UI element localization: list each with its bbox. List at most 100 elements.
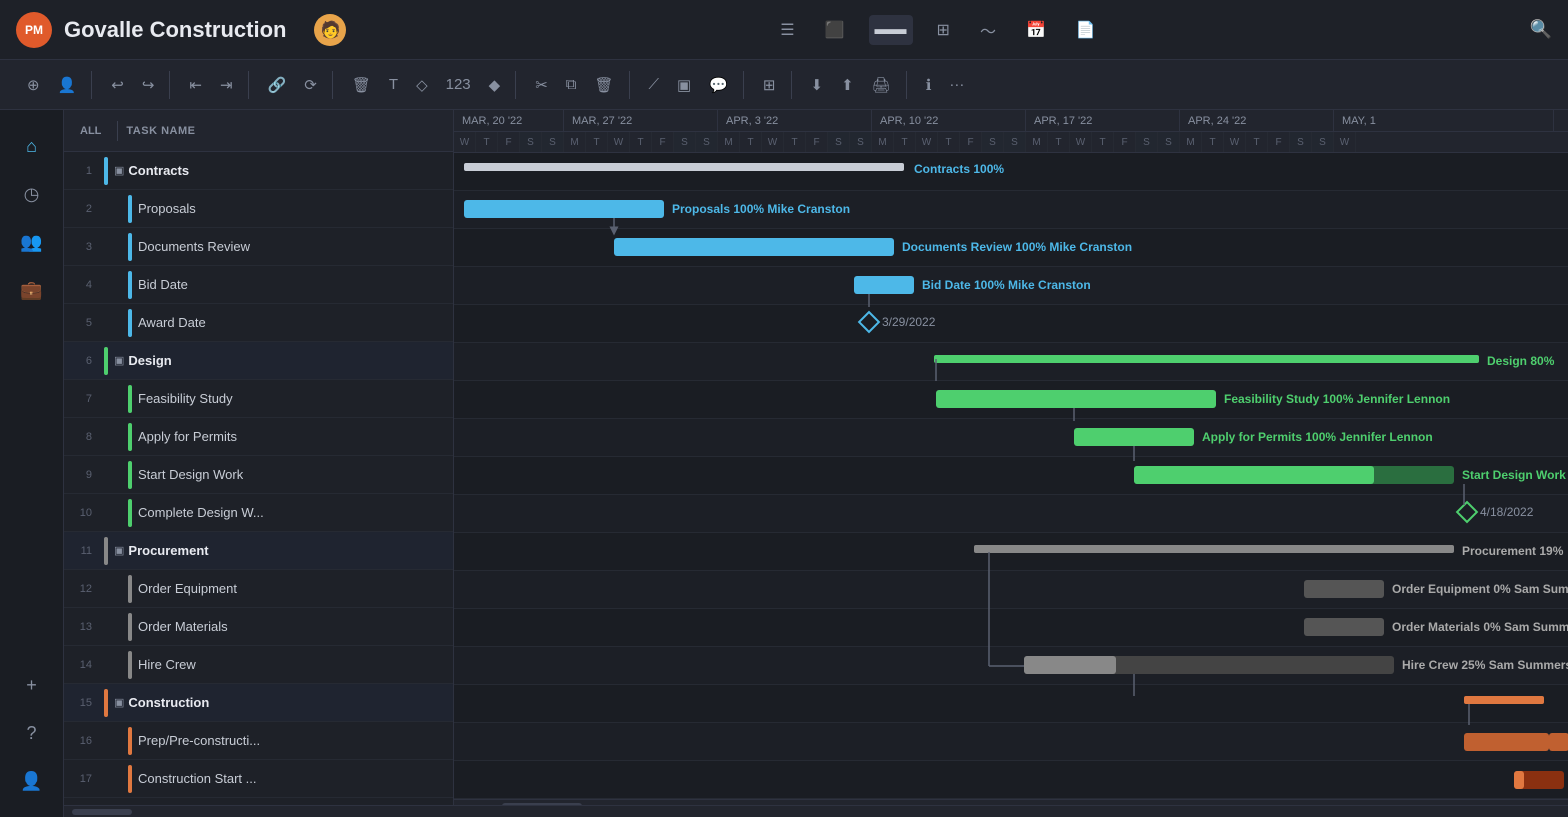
table-row[interactable]: 13 Order Materials bbox=[64, 608, 453, 646]
sidebar-home[interactable]: ⌂ bbox=[12, 126, 52, 166]
sidebar-history[interactable]: ◷ bbox=[12, 174, 52, 214]
undo-button[interactable]: ↩ bbox=[104, 71, 131, 99]
color-indicator bbox=[128, 727, 132, 755]
delete-button[interactable]: 🗑 bbox=[345, 71, 378, 99]
redo-button[interactable]: ↪ bbox=[135, 71, 162, 99]
table-row[interactable]: 2 Proposals bbox=[64, 190, 453, 228]
day-cell: W bbox=[1224, 132, 1246, 152]
expand-icon[interactable]: ▣ bbox=[114, 164, 124, 177]
doc-icon[interactable]: 📄 bbox=[1070, 14, 1102, 46]
comment-button[interactable]: 💬 bbox=[702, 71, 735, 99]
table-row[interactable]: 9 Start Design Work bbox=[64, 456, 453, 494]
grid-button[interactable]: ▣ bbox=[670, 71, 698, 99]
edit-group: ✂ ⧉ 🗑 bbox=[520, 71, 629, 99]
activity-icon[interactable]: 〜 bbox=[974, 12, 1002, 48]
add-user-button[interactable]: 👤 bbox=[51, 71, 84, 99]
sidebar-work[interactable]: 💼 bbox=[12, 270, 52, 310]
table-row[interactable]: 3 Documents Review bbox=[64, 228, 453, 266]
bottom-scroll[interactable] bbox=[64, 805, 1568, 817]
chart-icon[interactable]: ⬛ bbox=[819, 14, 851, 46]
sidebar-people[interactable]: 👥 bbox=[12, 222, 52, 262]
table-row[interactable]: 4 Bid Date bbox=[64, 266, 453, 304]
link-group: 🔗 ⟳ bbox=[253, 71, 333, 99]
gantt-body: .gr { display: flex; align-items: center… bbox=[454, 153, 1568, 799]
delete2-button[interactable]: 🗑 bbox=[587, 71, 620, 99]
top-icons: ☰ ⬛ ▬▬ ⊞ 〜 📅 📄 bbox=[774, 12, 1102, 48]
gantt-row-12 bbox=[454, 571, 1568, 609]
table-row[interactable]: 10 Complete Design W... bbox=[64, 494, 453, 532]
sidebar-help[interactable]: ? bbox=[12, 713, 52, 753]
pen-button[interactable]: ⟋ bbox=[642, 71, 667, 98]
list-view-icon[interactable]: ☰ bbox=[774, 14, 800, 46]
gantt-icon[interactable]: ▬▬ bbox=[869, 15, 913, 45]
day-cell: F bbox=[1268, 132, 1290, 152]
table-row[interactable]: 15 ▣ Construction bbox=[64, 684, 453, 722]
date-cell: MAR, 27 '22 bbox=[564, 110, 718, 131]
print-button[interactable]: 🖨 bbox=[865, 71, 898, 99]
copy-button[interactable]: ⧉ bbox=[559, 71, 584, 98]
gantt-row-14 bbox=[454, 647, 1568, 685]
search-icon[interactable]: 🔍 bbox=[1530, 19, 1552, 40]
info-button[interactable]: ℹ bbox=[919, 71, 939, 99]
day-cell: S bbox=[982, 132, 1004, 152]
upload-button[interactable]: ⬆ bbox=[834, 71, 861, 99]
day-cell: W bbox=[454, 132, 476, 152]
day-cell: T bbox=[586, 132, 608, 152]
expand-icon[interactable]: ▣ bbox=[114, 696, 124, 709]
gantt-row-5 bbox=[454, 305, 1568, 343]
tag-button[interactable]: ◇ bbox=[409, 71, 435, 99]
calendar-icon[interactable]: 📅 bbox=[1020, 14, 1052, 46]
table-row[interactable]: 12 Order Equipment bbox=[64, 570, 453, 608]
table-row[interactable]: 7 Feasibility Study bbox=[64, 380, 453, 418]
sidebar-add[interactable]: + bbox=[12, 665, 52, 705]
task-name: Award Date bbox=[138, 315, 206, 330]
add-task-button[interactable]: ⊕ bbox=[20, 71, 47, 99]
table-row[interactable]: 11 ▣ Procurement bbox=[64, 532, 453, 570]
shape-button[interactable]: ◆ bbox=[482, 71, 508, 99]
timeline[interactable]: MAR, 20 '22 MAR, 27 '22 APR, 3 '22 APR, … bbox=[454, 110, 1568, 805]
date-cell: MAR, 20 '22 bbox=[454, 110, 564, 131]
split-button[interactable]: ⊞ bbox=[756, 71, 783, 99]
user-avatar-top[interactable]: 🧑 bbox=[314, 14, 346, 46]
dependency-button[interactable]: ⟳ bbox=[297, 71, 324, 99]
day-cell: T bbox=[740, 132, 762, 152]
cut-button[interactable]: ✂ bbox=[528, 71, 555, 99]
table-row[interactable]: 6 ▣ Design bbox=[64, 342, 453, 380]
table-row[interactable]: 1 ▣ Contracts bbox=[64, 152, 453, 190]
more-button[interactable]: ··· bbox=[942, 71, 971, 98]
table-row[interactable]: 14 Hire Crew bbox=[64, 646, 453, 684]
sidebar-avatar[interactable]: 👤 bbox=[12, 761, 52, 801]
link-button[interactable]: 🔗 bbox=[261, 71, 294, 99]
gantt-row-10 bbox=[454, 495, 1568, 533]
indent-button[interactable]: ⇥ bbox=[213, 71, 240, 99]
gantt-row-17 bbox=[454, 761, 1568, 799]
day-cell: S bbox=[850, 132, 872, 152]
day-cell: M bbox=[564, 132, 586, 152]
table-row[interactable]: 17 Construction Start ... bbox=[64, 760, 453, 798]
expand-icon[interactable]: ▣ bbox=[114, 544, 124, 557]
day-cell: S bbox=[696, 132, 718, 152]
day-cell: T bbox=[476, 132, 498, 152]
download-button[interactable]: ⬇ bbox=[804, 71, 831, 99]
table-row[interactable]: 8 Apply for Permits bbox=[64, 418, 453, 456]
table-icon[interactable]: ⊞ bbox=[931, 14, 956, 46]
scroll-thumb[interactable] bbox=[502, 803, 582, 806]
day-cell: T bbox=[1246, 132, 1268, 152]
col-all-label[interactable]: ALL bbox=[72, 121, 109, 141]
expand-icon[interactable]: ▣ bbox=[114, 354, 124, 367]
gantt-row-15 bbox=[454, 685, 1568, 723]
scroll-bar-bottom[interactable] bbox=[454, 799, 1568, 805]
date-cell: APR, 3 '22 bbox=[718, 110, 872, 131]
gantt-row-6 bbox=[454, 343, 1568, 381]
scroll-indicator[interactable] bbox=[72, 809, 132, 815]
outdent-button[interactable]: ⇤ bbox=[182, 71, 209, 99]
task-name: Design bbox=[128, 353, 171, 368]
table-row[interactable]: 5 Award Date bbox=[64, 304, 453, 342]
text-button[interactable]: T bbox=[382, 71, 405, 98]
task-name: Proposals bbox=[138, 201, 196, 216]
split-group: ⊞ bbox=[748, 71, 792, 99]
number-button[interactable]: 123 bbox=[439, 71, 478, 98]
timeline-header: MAR, 20 '22 MAR, 27 '22 APR, 3 '22 APR, … bbox=[454, 110, 1568, 153]
day-cell: T bbox=[1092, 132, 1114, 152]
table-row[interactable]: 16 Prep/Pre-constructi... bbox=[64, 722, 453, 760]
